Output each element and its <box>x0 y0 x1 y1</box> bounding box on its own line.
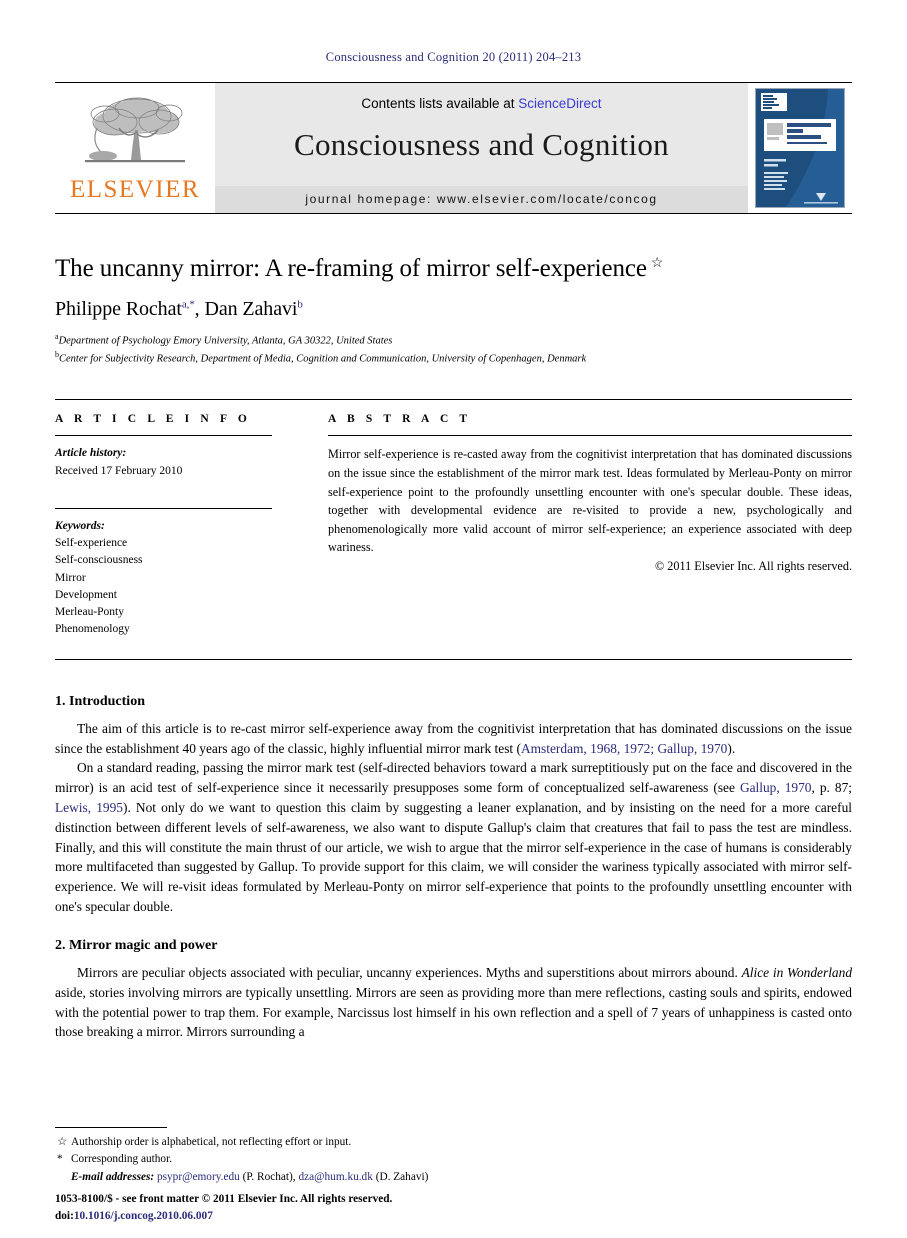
article-history-label: Article history: <box>55 447 127 460</box>
italic-title: Alice in Wonderland <box>741 964 853 980</box>
affiliation-text-b: Center for Subjectivity Research, Depart… <box>59 353 587 365</box>
affiliation-list: aDepartment of Psychology Emory Universi… <box>55 331 852 366</box>
affiliation-text-a: Department of Psychology Emory Universit… <box>58 335 393 347</box>
keyword-item: Self-consciousness <box>55 554 143 567</box>
footnote-mark-star: ☆ <box>57 1135 68 1148</box>
email-addresses-line: E-mail addresses: psypr@emory.edu (P. Ro… <box>55 1169 852 1187</box>
email-link-rochat[interactable]: psypr@emory.edu <box>157 1171 240 1183</box>
footnote-block: ☆ Authorship order is alphabetical, not … <box>55 1126 852 1187</box>
keyword-item: Mirror <box>55 571 86 584</box>
info-abstract-row: A R T I C L E I N F O Article history: R… <box>55 399 852 638</box>
author-name-0: Philippe Rochat <box>55 298 182 320</box>
paragraph-text: ). <box>727 740 736 756</box>
footnote-star: ☆ Authorship order is alphabetical, not … <box>55 1134 852 1152</box>
paragraph-text: ). Not only do we want to question this … <box>55 800 852 915</box>
title-footnote-mark[interactable]: ☆ <box>651 256 664 271</box>
author-name-1: Dan Zahavi <box>204 298 298 320</box>
paragraph-text: aside, stories involving mirrors are typ… <box>55 984 852 1040</box>
footnote-text-corresponding: Corresponding author. <box>71 1153 173 1165</box>
article-info-heading: A R T I C L E I N F O <box>55 413 251 426</box>
journal-cover-thumbnail <box>755 88 845 208</box>
footnote-corresponding: * Corresponding author. <box>55 1151 852 1169</box>
article-page: Consciousness and Cognition 20 (2011) 20… <box>0 0 907 1238</box>
abstract-heading: A B S T R A C T <box>328 413 472 426</box>
imprint-doi: doi:10.1016/j.concog.2010.06.007 <box>55 1208 392 1224</box>
paragraph: Mirrors are peculiar objects associated … <box>55 963 852 1042</box>
abstract-text: Mirror self-experience is re-casted away… <box>328 447 852 555</box>
author-marks-1[interactable]: b <box>297 298 303 310</box>
footnote-mark-asterisk: * <box>57 1153 63 1165</box>
article-title-text: The uncanny mirror: A re-framing of mirr… <box>55 255 647 282</box>
email-link-zahavi[interactable]: dza@hum.ku.dk <box>298 1171 372 1183</box>
title-block: The uncanny mirror: A re-framing of mirr… <box>55 254 852 366</box>
keyword-item: Development <box>55 588 117 601</box>
doi-value[interactable]: 10.1016/j.concog.2010.06.007 <box>74 1210 213 1222</box>
contents-available-line: Contents lists available at ScienceDirec… <box>361 96 601 111</box>
email-owner-rochat: (P. Rochat) <box>242 1170 293 1183</box>
citation-link[interactable]: Gallup, 1970 <box>740 780 812 795</box>
article-info-column: A R T I C L E I N F O Article history: R… <box>55 400 300 638</box>
section-heading-2: 2. Mirror magic and power <box>55 937 218 953</box>
keywords-block: Keywords: Self-experience Self-conscious… <box>55 509 272 639</box>
paragraph: The aim of this article is to re-cast mi… <box>55 719 852 759</box>
keyword-item: Merleau-Ponty <box>55 606 124 619</box>
keywords-label: Keywords: <box>55 519 105 532</box>
imprint-front-matter: 1053-8100/$ - see front matter © 2011 El… <box>55 1193 393 1206</box>
elsevier-wordmark: ELSEVIER <box>69 176 201 203</box>
citation-link[interactable]: Lewis, 1995 <box>55 800 123 815</box>
keyword-item: Self-experience <box>55 537 128 550</box>
article-title: The uncanny mirror: A re-framing of mirr… <box>55 254 852 284</box>
citation-link[interactable]: Amsterdam, 1968, 1972; Gallup, 1970 <box>521 741 727 756</box>
masthead-center: Contents lists available at ScienceDirec… <box>215 83 748 213</box>
running-head: Consciousness and Cognition 20 (2011) 20… <box>325 50 582 64</box>
paragraph: On a standard reading, passing the mirro… <box>55 758 852 917</box>
journal-cover-container <box>748 83 852 213</box>
footnote-divider <box>55 1126 167 1128</box>
journal-homepage-link[interactable]: journal homepage: www.elsevier.com/locat… <box>215 186 748 213</box>
affiliation-b: bCenter for Subjectivity Research, Depar… <box>55 349 852 367</box>
paragraph-text: , p. 87; <box>811 780 853 796</box>
article-body: 1. Introduction The aim of this article … <box>55 694 852 1043</box>
keyword-item: Phenomenology <box>55 623 130 636</box>
authors-separator: , <box>194 298 205 320</box>
footnote-text-star: Authorship order is alphabetical, not re… <box>71 1135 352 1148</box>
elsevier-logo: ELSEVIER <box>55 83 215 213</box>
journal-title: Consciousness and Cognition <box>294 127 669 162</box>
email-owner-zahavi: (D. Zahavi) <box>375 1170 429 1183</box>
imprint-block: 1053-8100/$ - see front matter © 2011 El… <box>55 1191 392 1224</box>
affiliation-a: aDepartment of Psychology Emory Universi… <box>55 331 852 349</box>
section-heading-1: 1. Introduction <box>55 693 145 709</box>
info-divider-bottom <box>55 658 852 660</box>
abstract-copyright: © 2011 Elsevier Inc. All rights reserved… <box>655 558 852 573</box>
contents-prefix: Contents lists available at <box>361 96 515 111</box>
abstract-column: A B S T R A C T Mirror self-experience i… <box>300 400 852 638</box>
article-history: Article history: Received 17 February 20… <box>55 436 272 480</box>
journal-masthead: ELSEVIER Contents lists available at Sci… <box>55 82 852 214</box>
sciencedirect-link[interactable]: ScienceDirect <box>518 96 601 111</box>
author-marks-0[interactable]: a,* <box>182 298 195 310</box>
paragraph-text: Mirrors are peculiar objects associated … <box>77 964 742 980</box>
author-list: Philippe Rochata,*, Dan Zahavib <box>55 298 852 321</box>
cover-artwork <box>756 89 844 207</box>
elsevier-tree-icon <box>85 97 185 163</box>
doi-label: doi: <box>55 1209 74 1222</box>
paragraph-text: On a standard reading, passing the mirro… <box>55 760 852 796</box>
article-history-value: Received 17 February 2010 <box>55 464 183 477</box>
email-label: E-mail addresses: <box>71 1170 155 1183</box>
